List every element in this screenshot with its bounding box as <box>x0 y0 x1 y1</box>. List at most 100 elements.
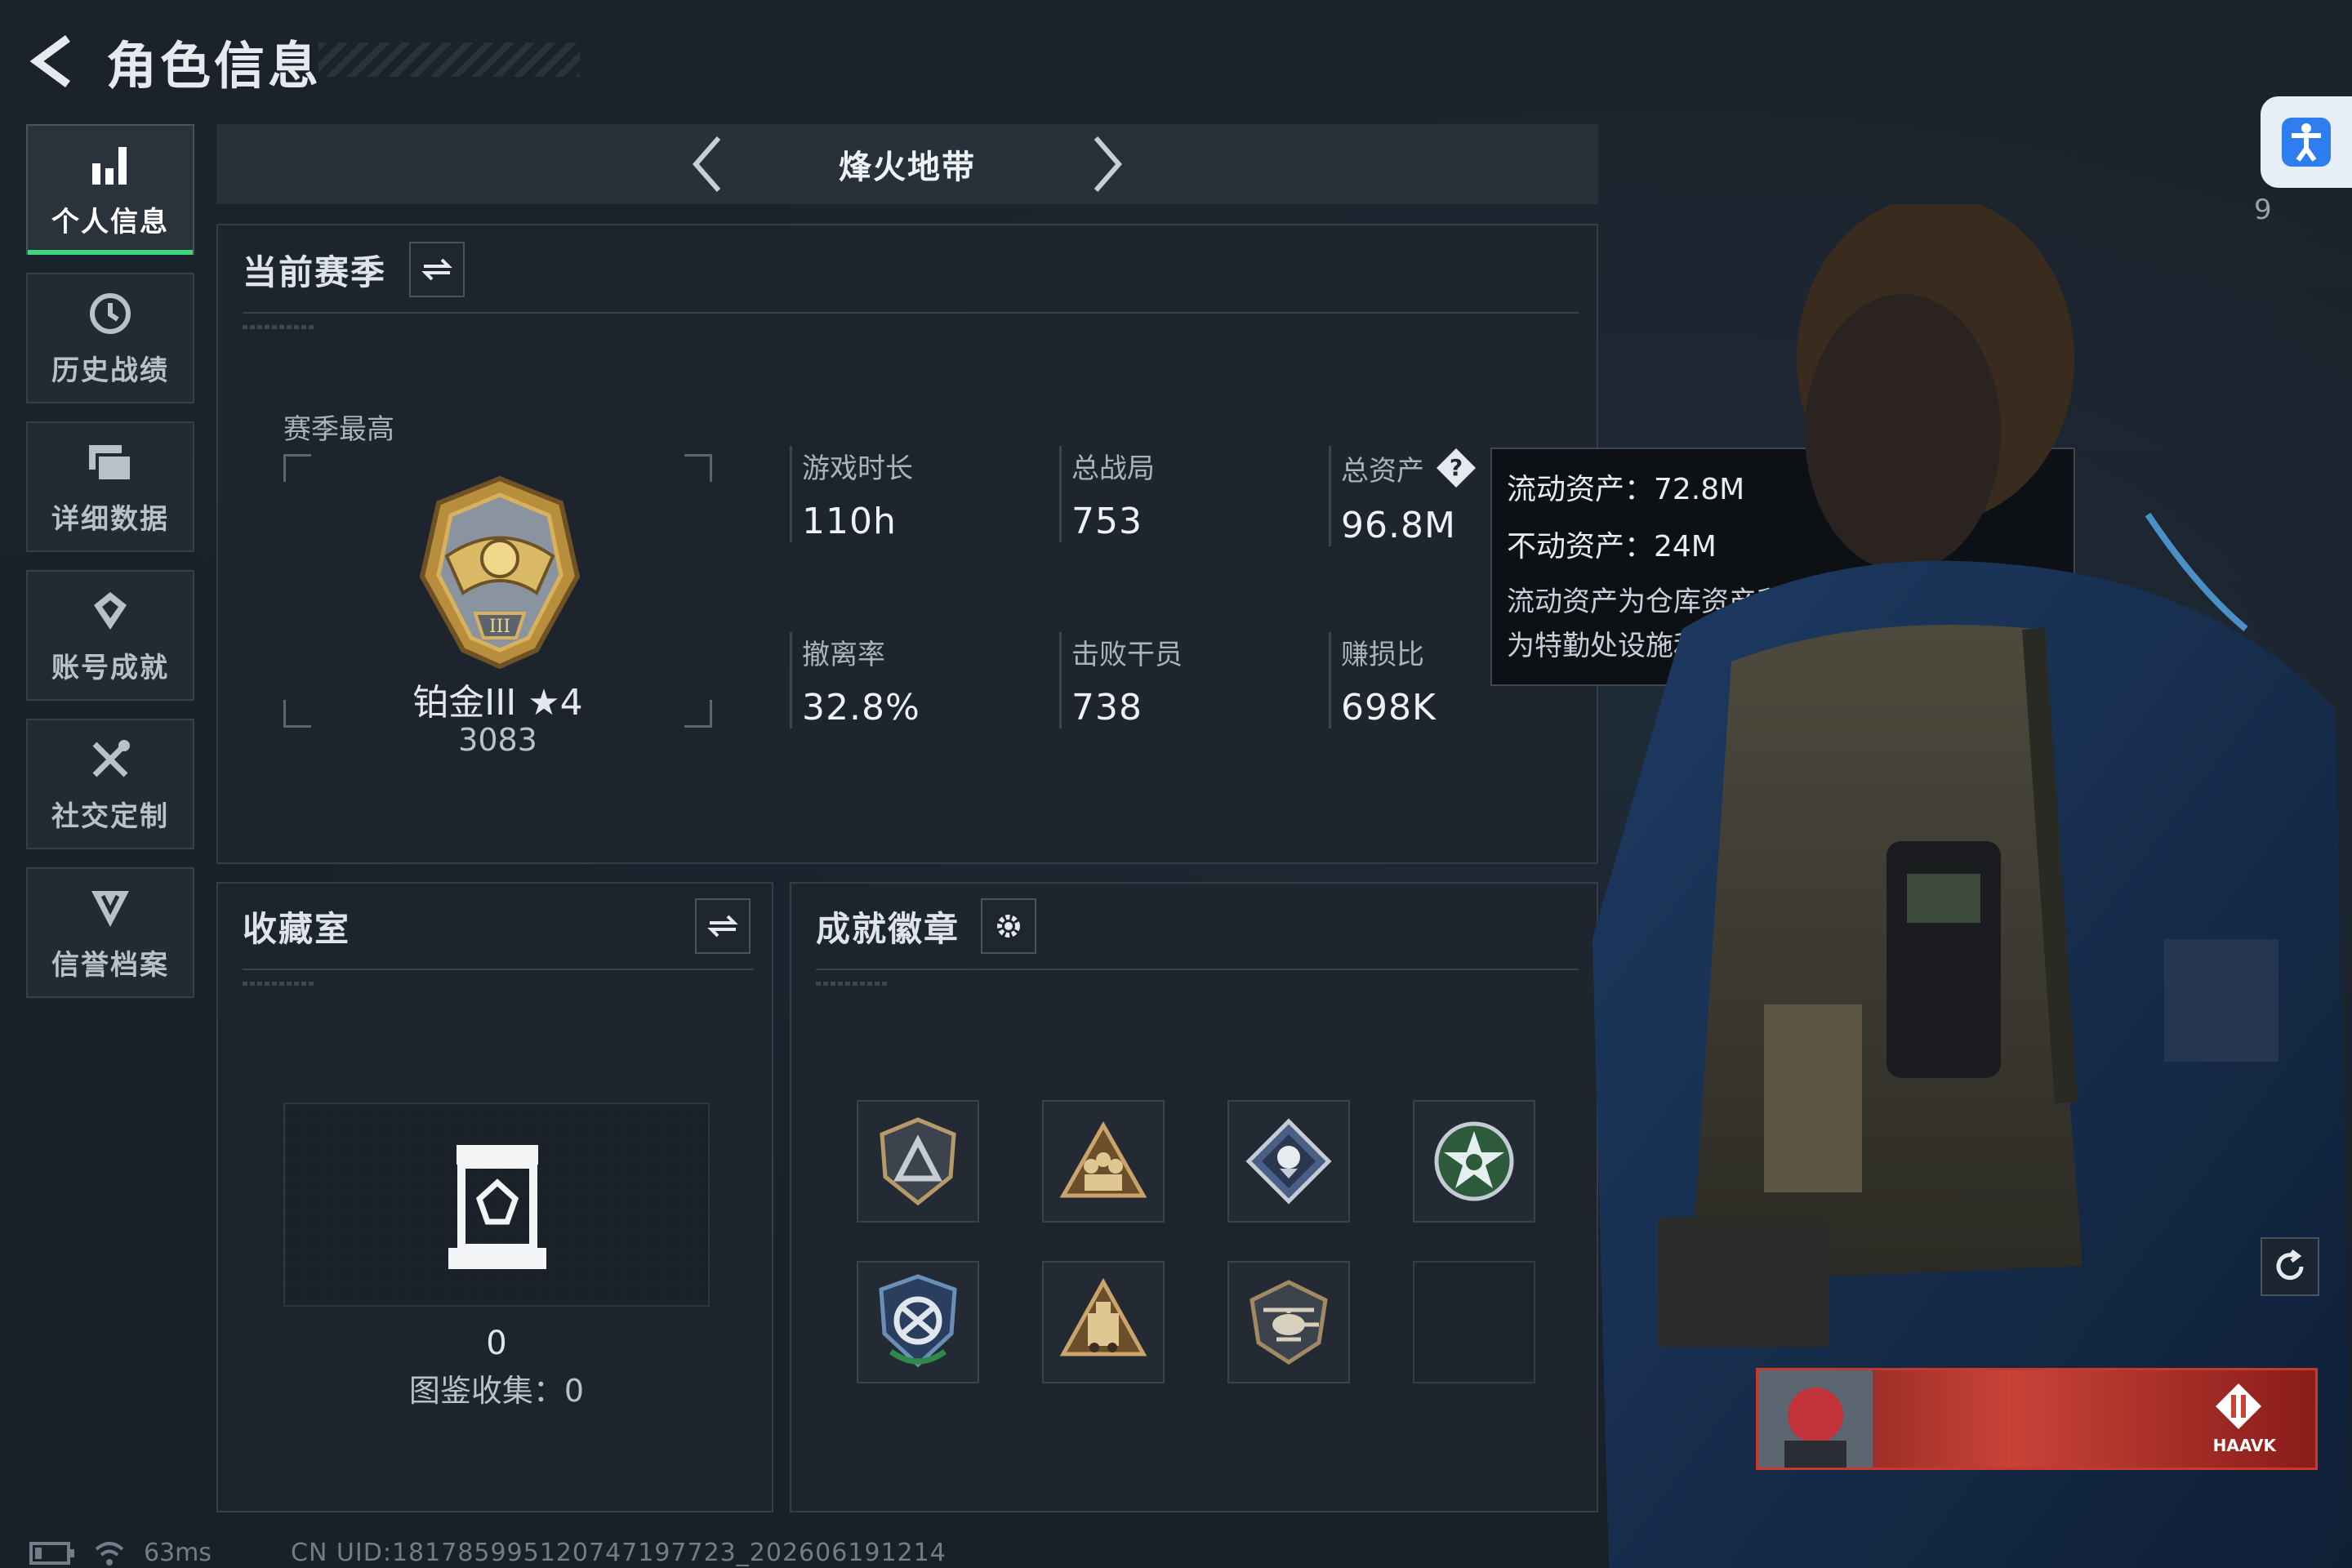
collection-display[interactable] <box>283 1102 710 1307</box>
badges-panel: 成就徽章 <box>790 882 1598 1512</box>
nav-label: 账号成就 <box>51 651 169 684</box>
badges-title: 成就徽章 <box>816 908 960 949</box>
badges-settings-button[interactable] <box>981 898 1037 954</box>
divider <box>243 312 1579 314</box>
diamond-rose-badge-icon <box>1245 1118 1332 1205</box>
arrows-shield-badge-icon <box>879 1274 957 1368</box>
collection-panel: 收藏室 0 图鉴收集：0 <box>216 882 773 1512</box>
bar-chart-icon <box>86 140 135 189</box>
badge-slot-5[interactable] <box>857 1261 979 1383</box>
swap-icon <box>421 258 452 281</box>
battery-icon <box>29 1541 74 1565</box>
swap-icon <box>707 915 738 938</box>
badge-slot-2[interactable] <box>1042 1100 1165 1223</box>
history-clock-icon <box>86 289 135 338</box>
next-mode-button[interactable] <box>1079 127 1136 201</box>
divider <box>243 969 754 970</box>
nav-label: 社交定制 <box>51 800 169 833</box>
stat-profit-loss: 赚损比 698K <box>1329 632 1437 728</box>
collection-title: 收藏室 <box>243 908 351 949</box>
stat-value: 738 <box>1071 687 1143 728</box>
badge-slot-6[interactable] <box>1042 1261 1165 1383</box>
stat-label: 游戏时长 <box>802 452 913 485</box>
svg-text:?: ? <box>1450 454 1463 481</box>
credit-shield-icon <box>86 884 135 933</box>
nav-label: 详细数据 <box>51 502 169 536</box>
stat-label: 撤离率 <box>802 639 885 671</box>
badge-slot-4[interactable] <box>1413 1100 1535 1223</box>
accessibility-icon <box>2282 118 2331 167</box>
nav-item-detailed-data[interactable]: 详细数据 <box>26 421 194 552</box>
mode-title: 烽火地带 <box>839 149 976 186</box>
stat-value: 96.8M <box>1341 505 1456 546</box>
stat-value: 110h <box>802 501 897 542</box>
stat-label: 总资产 <box>1341 454 1424 488</box>
character-model[interactable] <box>1576 196 2352 1568</box>
wifi-icon <box>95 1541 124 1566</box>
nav-item-achievements[interactable]: 账号成就 <box>26 570 194 701</box>
collection-count: 0 <box>486 1325 507 1362</box>
page-header: 角色信息 <box>24 24 596 98</box>
brand-name: HAAVK <box>2212 1436 2276 1455</box>
help-icon[interactable]: ? <box>1434 446 1478 490</box>
stat-total-matches: 总战局 753 <box>1059 446 1155 542</box>
stat-value: 698K <box>1341 687 1437 728</box>
folder-icon <box>86 438 135 487</box>
badge-slot-empty[interactable] <box>1413 1261 1535 1383</box>
chevron-right-icon <box>1094 136 1122 192</box>
user-id: CN UID:18178599512074719772​3_2026061912… <box>291 1539 947 1567</box>
season-best-label: 赛季最高 <box>283 413 394 446</box>
page-title: 角色信息 <box>106 36 323 96</box>
nav-item-history[interactable]: 历史战绩 <box>26 273 194 403</box>
stat-label: 赚损比 <box>1341 639 1424 671</box>
display-case-icon <box>448 1145 546 1269</box>
collection-catalog-label: 图鉴收集：0 <box>408 1373 585 1409</box>
platinum-rank-medal-icon: III <box>398 470 602 675</box>
chevron-left-icon <box>693 136 721 192</box>
badge-slot-1[interactable] <box>857 1100 979 1223</box>
vehicle-badge-icon <box>1059 1277 1147 1356</box>
stat-label: 击败干员 <box>1071 639 1183 671</box>
side-nav: 个人信息 历史战绩 详细数据 账号成就 社交定制 信誉档案 <box>26 124 194 1016</box>
nav-label: 信誉档案 <box>51 948 169 982</box>
status-bar: 63ms <box>29 1539 212 1567</box>
mode-switcher: 烽火地带 <box>216 124 1598 204</box>
divider <box>816 969 1579 970</box>
rank-score: 3083 <box>458 722 537 758</box>
back-button[interactable] <box>24 33 82 90</box>
badge-slot-7[interactable] <box>1227 1261 1350 1383</box>
stat-play-time: 游戏时长 110h <box>790 446 913 542</box>
nav-item-credit-file[interactable]: 信誉档案 <box>26 867 194 998</box>
side-counter: 9 <box>2254 194 2272 226</box>
collection-switch-button[interactable] <box>695 898 751 954</box>
prev-mode-button[interactable] <box>679 127 736 201</box>
gear-icon <box>997 915 1021 938</box>
stat-extraction-rate: 撤离率 32.8% <box>790 632 920 728</box>
divider-decoration <box>243 982 316 986</box>
avatar <box>1758 1370 1873 1468</box>
rotate-icon <box>2276 1250 2304 1281</box>
green-star-badge-icon <box>1434 1121 1514 1201</box>
season-panel: 当前赛季 赛季最高 III 铂金III ★4 3083 游戏时长 110h 总战… <box>216 224 1598 864</box>
rank-name: 铂金III ★4 <box>412 682 583 724</box>
nav-label: 历史战绩 <box>51 354 169 387</box>
nav-item-personal-info[interactable]: 个人信息 <box>26 124 194 255</box>
divider-decoration <box>816 982 889 986</box>
soldiers-badge-icon <box>1059 1120 1147 1198</box>
rotate-model-button[interactable] <box>2261 1237 2319 1296</box>
stat-value: 32.8% <box>802 687 920 728</box>
tools-icon <box>86 735 135 784</box>
accessibility-button[interactable] <box>2261 96 2352 188</box>
stat-value: 753 <box>1071 501 1143 542</box>
header-decoration <box>318 42 580 77</box>
season-switch-button[interactable] <box>409 242 466 297</box>
svg-text:III: III <box>489 617 510 637</box>
nav-item-social-custom[interactable]: 社交定制 <box>26 719 194 849</box>
back-arrow-icon <box>29 35 70 87</box>
stat-total-assets: 总资产 ? 96.8M <box>1329 446 1478 546</box>
nav-label: 个人信息 <box>51 205 169 238</box>
stat-operators-defeated: 击败干员 738 <box>1059 632 1183 728</box>
achievement-diamond-icon <box>86 586 135 635</box>
badge-slot-3[interactable] <box>1227 1100 1350 1223</box>
player-card-banner[interactable]: HAAVK <box>1756 1368 2318 1470</box>
